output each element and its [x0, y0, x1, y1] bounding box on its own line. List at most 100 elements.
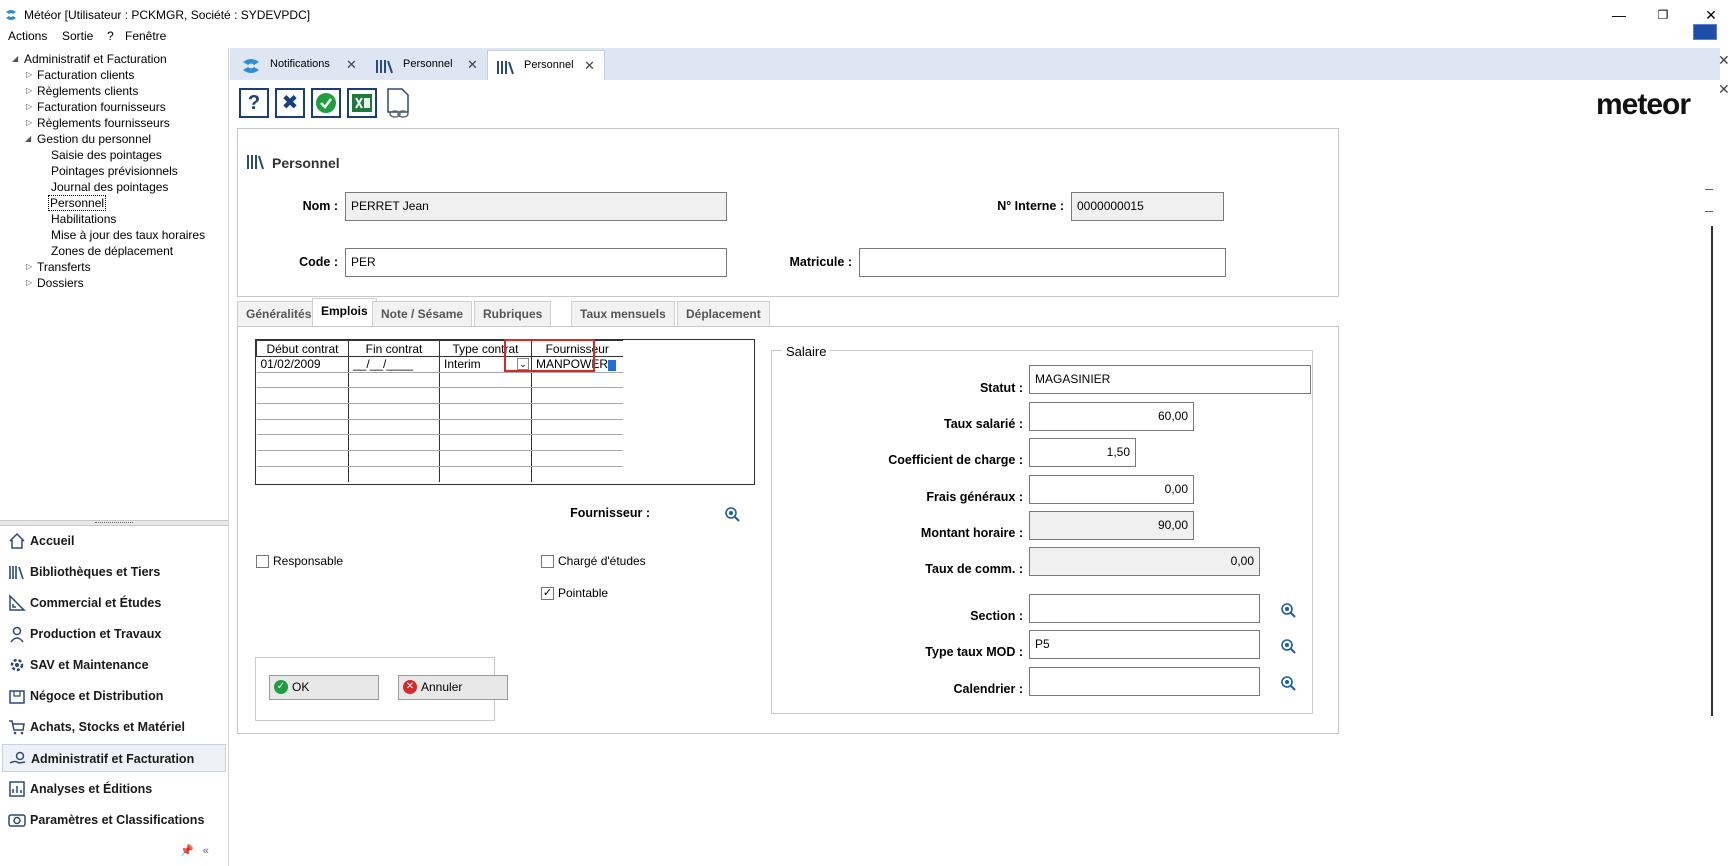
link-document-button[interactable] [383, 88, 413, 118]
menu-actions[interactable]: Actions [8, 29, 47, 43]
contracts-grid[interactable]: Début contrat Fin contrat Type contrat F… [255, 339, 755, 485]
tree-item-facturation-clients[interactable]: Facturation clients [37, 68, 134, 82]
validate-button[interactable] [311, 88, 341, 118]
tree-item-dossiers[interactable]: Dossiers [37, 276, 84, 290]
tree-item-reglements-fournisseurs[interactable]: Règlements fournisseurs [37, 116, 170, 130]
tree-item-gestion-personnel[interactable]: Gestion du personnel [37, 132, 151, 146]
close-all-icon[interactable]: ✕ [1718, 52, 1730, 69]
cell-fournisseur[interactable]: MANPOWER [531, 356, 623, 373]
responsable-checkbox[interactable] [256, 555, 269, 568]
nom-field[interactable]: PERRET Jean [345, 192, 727, 221]
table-row[interactable] [256, 387, 623, 405]
close-tab-icon[interactable]: ✕ [584, 52, 595, 80]
nav-accueil[interactable]: Accueil [2, 527, 226, 555]
restore-button[interactable]: ❐ [1648, 4, 1678, 26]
tree-expander-open-icon[interactable]: ◢ [25, 134, 31, 143]
pointable-checkbox[interactable]: ✓ [541, 587, 554, 600]
menu-fenetre[interactable]: Fenêtre [125, 29, 166, 43]
tab-note-sesame[interactable]: Note / Sésame [372, 301, 473, 327]
cancel-toolbar-button[interactable]: ✖ [275, 88, 305, 118]
tree-expander-icon[interactable]: ▷ [26, 70, 32, 79]
tree-expander-icon[interactable]: ▷ [26, 102, 32, 111]
tree-item-zones-deplacement[interactable]: Zones de déplacement [51, 244, 173, 258]
statut-field[interactable]: MAGASINIER [1029, 365, 1311, 394]
tree-item-habilitations[interactable]: Habilitations [51, 212, 116, 226]
tree-item-personnel[interactable]: Personnel [47, 195, 107, 211]
column-fournisseur[interactable]: Fournisseur [531, 340, 623, 357]
tree-expander-icon[interactable]: ▷ [26, 278, 32, 287]
tab-generalites[interactable]: Généralités [237, 301, 321, 327]
tab-emplois[interactable]: Emplois [312, 298, 377, 327]
nav-achats[interactable]: Achats, Stocks et Matériel [2, 713, 226, 741]
cell-fin[interactable]: __/__/____ [348, 356, 440, 373]
calendrier-field[interactable] [1029, 667, 1260, 696]
nav-analyses[interactable]: Analyses et Éditions [2, 775, 226, 803]
table-row[interactable] [256, 450, 623, 467]
comm-field[interactable]: 0,00 [1029, 547, 1260, 576]
nav-bibliotheques[interactable]: Bibliothèques et Tiers [2, 558, 226, 586]
panel-splitter[interactable] [0, 520, 228, 526]
code-field[interactable]: PER [345, 248, 727, 277]
cell-debut[interactable]: 01/02/2009 [256, 356, 349, 373]
language-flag-icon[interactable] [1693, 24, 1717, 40]
minimize-button[interactable]: — [1604, 4, 1634, 26]
nav-sav[interactable]: SAV et Maintenance [2, 651, 226, 679]
close-window-button[interactable]: ✕ [1696, 4, 1726, 26]
tree-item-mise-a-jour-taux[interactable]: Mise à jour des taux horaires [51, 228, 205, 242]
tree-item-reglements-clients[interactable]: Règlements clients [37, 84, 138, 98]
column-debut[interactable]: Début contrat [256, 340, 349, 357]
table-row[interactable] [256, 372, 623, 389]
tree-item-transferts[interactable]: Transferts [37, 260, 91, 274]
section-field[interactable] [1029, 594, 1260, 623]
tree-item-saisie-pointages[interactable]: Saisie des pointages [51, 148, 162, 162]
tab-personnel-1[interactable]: Personnel ✕ [367, 50, 485, 80]
tree-expander-icon[interactable]: ▷ [26, 118, 32, 127]
tab-notifications[interactable]: Notifications ✕ [234, 50, 362, 80]
tree-root[interactable]: Administratif et Facturation [24, 52, 167, 66]
interne-field[interactable]: 0000000015 [1071, 192, 1224, 221]
tree-expander-icon[interactable]: ▷ [26, 262, 32, 271]
table-row[interactable] [256, 466, 623, 482]
cell-type[interactable]: Interim ⌄ [439, 356, 532, 373]
table-row[interactable] [256, 403, 623, 420]
tab-personnel-2[interactable]: Personnel ✕ [487, 50, 605, 80]
column-fin[interactable]: Fin contrat [348, 340, 440, 357]
montant-field[interactable]: 90,00 [1029, 511, 1194, 540]
excel-export-button[interactable] [347, 88, 377, 118]
section-search-icon[interactable] [1280, 602, 1296, 618]
menu-sortie[interactable]: Sortie [62, 29, 93, 43]
close-tab-icon[interactable]: ✕ [346, 51, 357, 79]
pin-icon[interactable]: 📌 [180, 845, 194, 857]
nav-administratif[interactable]: Administratif et Facturation [2, 744, 226, 772]
close-tab-icon[interactable]: ✕ [467, 51, 478, 79]
menu-help[interactable]: ? [107, 29, 114, 43]
close-document-icon[interactable]: ✕ [1718, 81, 1730, 98]
nav-negoce[interactable]: Négoce et Distribution [2, 682, 226, 710]
taux-salarie-field[interactable]: 60,00 [1029, 402, 1194, 431]
tree-item-journal-pointages[interactable]: Journal des pointages [51, 180, 168, 194]
table-row[interactable]: 01/02/2009 __/__/____ Interim ⌄ MANPOWER [256, 356, 623, 373]
nav-commercial[interactable]: Commercial et Études [2, 589, 226, 617]
tab-rubriques[interactable]: Rubriques [474, 301, 552, 327]
nav-production[interactable]: Production et Travaux [2, 620, 226, 648]
collapse-panel-icon[interactable]: « [203, 845, 209, 857]
tree-item-pointages-previsionnels[interactable]: Pointages prévisionnels [51, 164, 178, 178]
mod-field[interactable]: P5 [1029, 630, 1260, 659]
tab-deplacement[interactable]: Déplacement [677, 301, 770, 327]
matricule-field[interactable] [859, 248, 1226, 277]
table-row[interactable] [256, 419, 623, 436]
chevron-down-icon[interactable]: ⌄ [517, 358, 529, 370]
coef-field[interactable]: 1,50 [1029, 438, 1136, 467]
fournisseur-search-icon[interactable] [724, 506, 740, 522]
tree-item-facturation-fournisseurs[interactable]: Facturation fournisseurs [37, 100, 166, 114]
column-type[interactable]: Type contrat [439, 340, 532, 357]
annuler-button[interactable]: ✕ Annuler [398, 675, 508, 700]
charge-etudes-checkbox[interactable] [541, 555, 554, 568]
tab-taux-mensuels[interactable]: Taux mensuels [571, 301, 675, 327]
mod-search-icon[interactable] [1280, 638, 1296, 654]
vertical-scrollbar[interactable] [1711, 226, 1713, 716]
frais-field[interactable]: 0,00 [1029, 475, 1194, 504]
tree-expander-icon[interactable]: ▷ [26, 86, 32, 95]
help-button[interactable]: ? [239, 88, 269, 118]
nav-parametres[interactable]: Paramètres et Classifications [2, 806, 226, 834]
